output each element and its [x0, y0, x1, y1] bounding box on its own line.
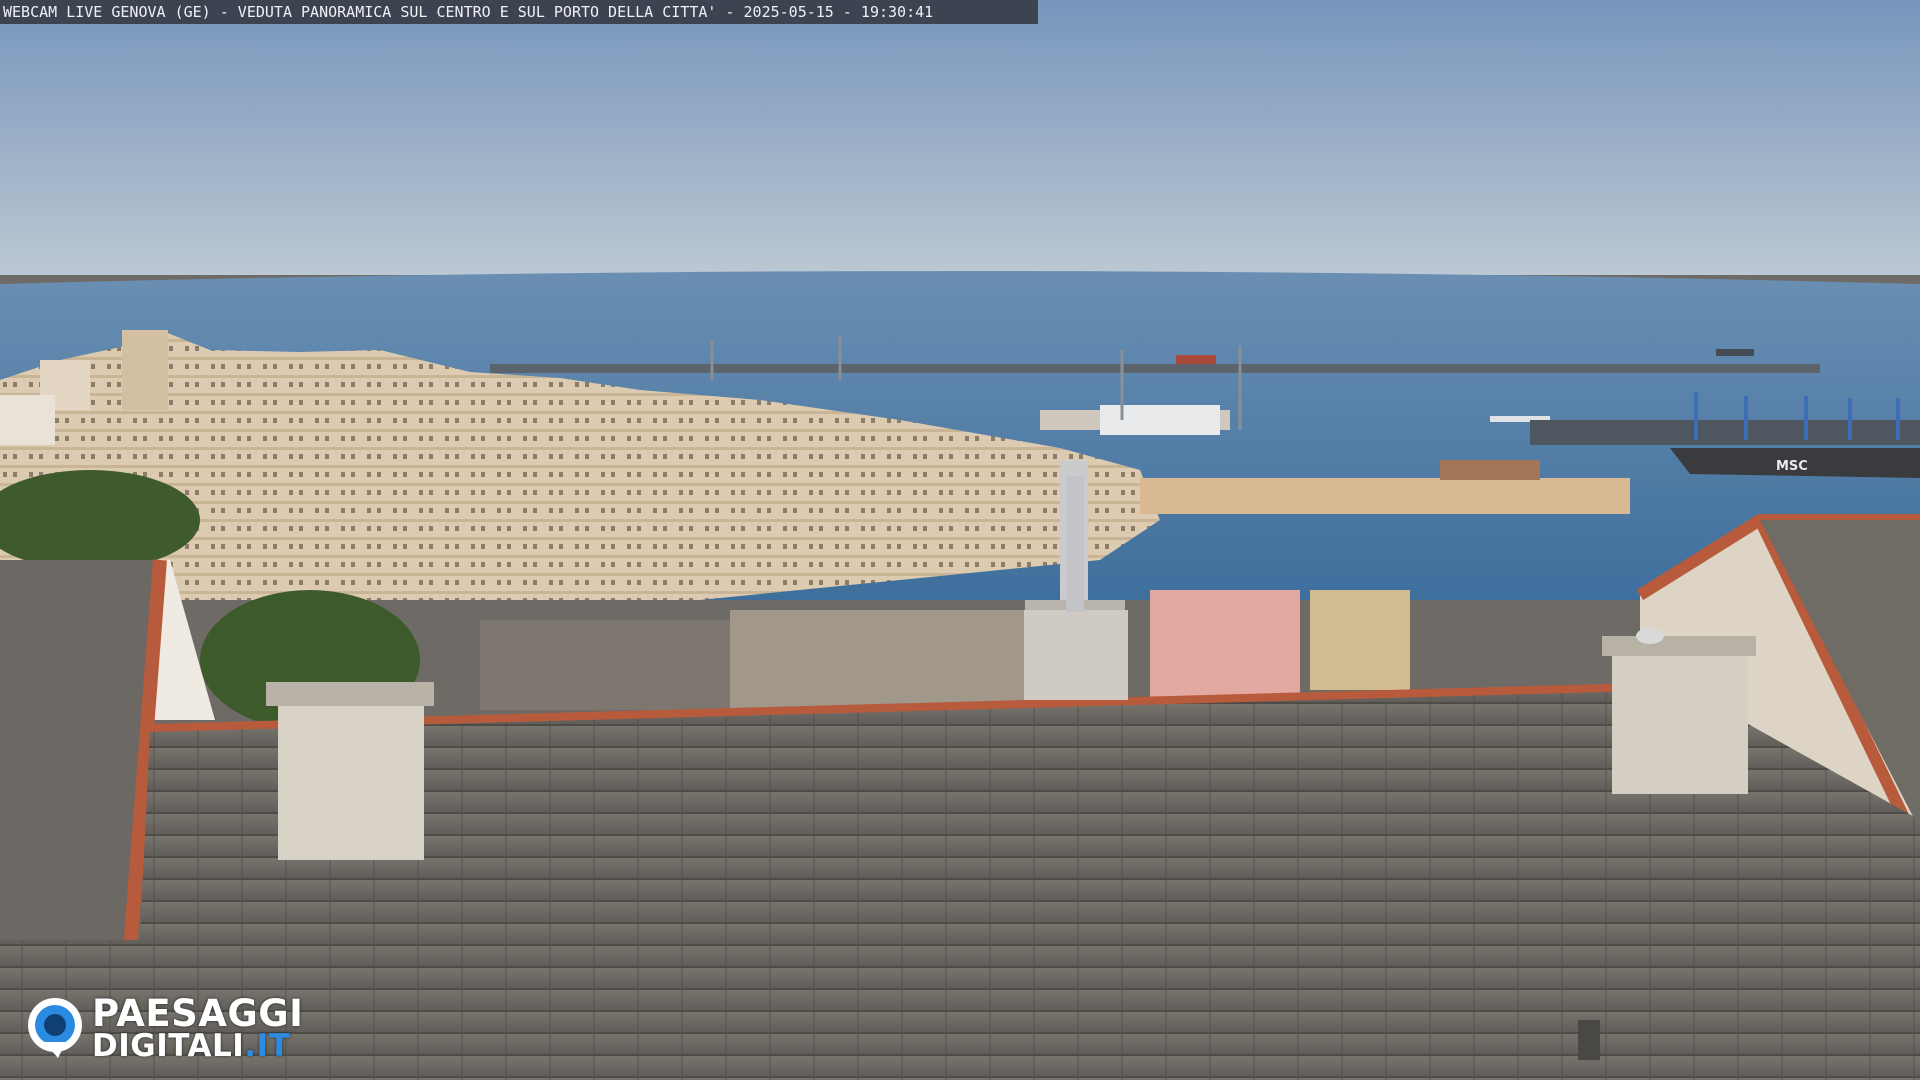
- webcam-title-overlay: WEBCAM LIVE GENOVA (GE) - VEDUTA PANORAM…: [0, 0, 1038, 24]
- paesaggi-digitali-logo: PAESAGGI DIGITALI.IT: [26, 992, 326, 1064]
- camera-eye-icon: [28, 998, 82, 1058]
- genoa-panorama-image: MSC: [0, 0, 1920, 1080]
- logo-text-it: .IT: [244, 1028, 291, 1064]
- webcam-frame: MSC WEBCAM LIVE GENOVA (GE) - VEDUTA PAN…: [0, 0, 1920, 1080]
- logo-text-digitali: DIGITALI.IT: [92, 1028, 290, 1064]
- logo-text-digitali-main: DIGITALI: [92, 1028, 245, 1064]
- ship-msc-marking: MSC: [1776, 459, 1808, 474]
